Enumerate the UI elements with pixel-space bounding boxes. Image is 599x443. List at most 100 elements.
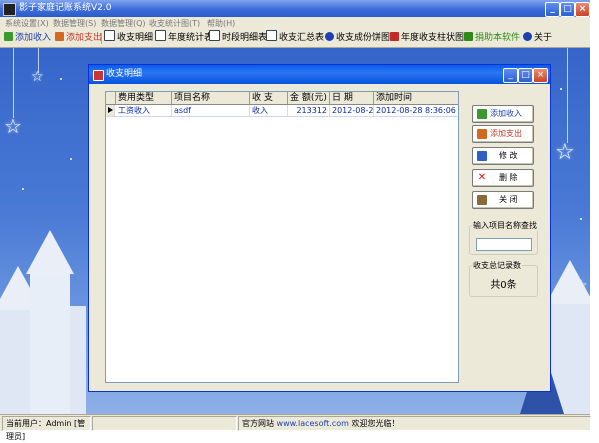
status-welcome: 欢迎您光临！: [351, 419, 400, 428]
title-bar[interactable]: 影子家庭记账系统V2.0 _ □ ×: [0, 0, 590, 17]
close-label: 关 闭: [499, 195, 518, 204]
add-income-icon: [477, 109, 487, 119]
status-bar: 当前用户：Admin [管理员] 官方网站 www.lacesoft.com 欢…: [0, 414, 591, 441]
menu-bar: 系统设置(X) 数据管理(S) 数据管理(Q) 收支统计图(T) 帮助(H): [0, 17, 590, 30]
status-site-link[interactable]: www.lacesoft.com: [277, 419, 349, 428]
toolbar-bar-chart[interactable]: 年度收支柱状图: [390, 30, 464, 47]
status-spacer: [92, 416, 237, 431]
toolbar-add-expense-label: 添加支出: [66, 33, 103, 43]
toolbar-detail-label: 收支明细: [117, 33, 154, 43]
toolbar-donate[interactable]: 捐助本软件: [464, 30, 520, 47]
toolbar-summary-table[interactable]: 收支汇总表: [266, 30, 324, 47]
summary-table-icon: [266, 30, 277, 41]
star-string: [567, 48, 568, 143]
donate-icon: [464, 32, 473, 41]
toolbar-pie-chart-label: 收支成份饼图: [336, 33, 391, 43]
delete-label: 删 除: [499, 173, 518, 182]
star-icon: ☆: [555, 140, 575, 165]
toolbar-about[interactable]: 关于: [523, 30, 552, 47]
sparkle: [22, 188, 24, 190]
status-site-label: 官方网站: [242, 419, 274, 428]
toolbar-donate-label: 捐助本软件: [475, 33, 521, 43]
toolbar-year-table-label: 年度统计表: [168, 33, 214, 43]
status-user: 当前用户：Admin [管理员]: [2, 416, 91, 441]
cell-name: asdf: [172, 105, 250, 116]
menu-help[interactable]: 帮助(H): [207, 17, 235, 30]
minimize-button[interactable]: _: [545, 2, 560, 17]
grid-header-rowmark: [106, 92, 116, 104]
sparkle: [580, 218, 582, 220]
delete-button[interactable]: ✕ 删 除: [472, 169, 534, 187]
sparkle: [60, 78, 62, 80]
close-button[interactable]: 关 闭: [472, 191, 534, 209]
info-icon: [523, 32, 532, 41]
column-header-type[interactable]: 费用类型: [116, 92, 172, 104]
delete-icon: ✕: [477, 172, 487, 183]
grid-header: 费用类型 项目名称 收 支 金 额(元) 日 期 添加时间: [106, 92, 458, 105]
bar-chart-icon: [390, 32, 399, 41]
total-group: 收支总记录数 共0条: [469, 260, 538, 297]
sparkle: [70, 158, 72, 160]
toolbar-detail[interactable]: 收支明细: [104, 30, 153, 47]
dialog-title: 收支明细: [106, 69, 143, 79]
sparkle: [560, 88, 562, 90]
toolbar-year-table[interactable]: 年度统计表: [155, 30, 213, 47]
castle-roof: [26, 230, 74, 274]
toolbar-add-income-label: 添加收入: [15, 33, 52, 43]
edit-button[interactable]: 修 改: [472, 147, 534, 165]
pie-chart-icon: [325, 32, 334, 41]
edit-icon: [477, 151, 487, 161]
add-expense-icon: [55, 32, 64, 41]
toolbar-period-table-label: 时段明细表: [222, 33, 268, 43]
maximize-button[interactable]: □: [560, 2, 575, 17]
search-input[interactable]: [476, 238, 532, 251]
toolbar-summary-table-label: 收支汇总表: [279, 33, 325, 43]
column-header-amount[interactable]: 金 额(元): [288, 92, 330, 104]
column-header-date[interactable]: 日 期: [330, 92, 374, 104]
cell-date: 2012-08-28: [332, 105, 374, 116]
app-icon: [3, 3, 16, 16]
toolbar-period-table[interactable]: 时段明细表: [209, 30, 267, 47]
column-header-name[interactable]: 项目名称: [172, 92, 250, 104]
add-income-button[interactable]: 添加收入: [472, 105, 534, 123]
toolbar-separator: [101, 33, 102, 44]
toolbar-pie-chart[interactable]: 收支成份饼图: [325, 30, 390, 47]
dialog-minimize-button[interactable]: _: [503, 68, 518, 83]
dialog-maximize-button[interactable]: □: [518, 68, 533, 83]
menu-chart[interactable]: 收支统计图(T): [149, 17, 200, 30]
toolbar-add-income[interactable]: 添加收入: [4, 30, 51, 47]
status-site: 官方网站 www.lacesoft.com 欢迎您光临！: [238, 416, 591, 431]
add-expense-button[interactable]: 添加支出: [472, 125, 534, 143]
toolbar-about-label: 关于: [534, 33, 553, 43]
dialog-icon: [93, 70, 104, 81]
column-header-added[interactable]: 添加时间: [374, 92, 458, 104]
cell-amount: 213312: [288, 105, 330, 116]
star-icon: ☆: [31, 69, 44, 85]
menu-data-query[interactable]: 数据管理(Q): [101, 17, 146, 30]
cell-type: 工资收入: [116, 105, 172, 116]
search-group: 输入项目名称查找: [469, 220, 538, 255]
castle-roof: [546, 260, 590, 304]
menu-data[interactable]: 数据管理(S): [53, 17, 96, 30]
detail-icon: [104, 30, 115, 41]
toolbar-add-expense[interactable]: 添加支出: [55, 30, 102, 47]
castle-tower: [30, 270, 70, 414]
total-label: 收支总记录数: [472, 260, 522, 271]
menu-system[interactable]: 系统设置(X): [5, 17, 49, 30]
row-selector-icon: [106, 105, 115, 116]
cell-added: 2012-08-28 8:36:06: [376, 106, 456, 115]
add-income-label: 添加收入: [490, 109, 522, 118]
search-label: 输入项目名称查找: [472, 220, 538, 231]
column-header-direction[interactable]: 收 支: [250, 92, 288, 104]
cell-direction: 收入: [250, 105, 288, 116]
add-expense-label: 添加支出: [490, 129, 522, 138]
dialog-close-button[interactable]: ×: [533, 68, 548, 83]
period-table-icon: [209, 30, 220, 41]
dialog-title-bar[interactable]: 收支明细 _ □ ×: [89, 65, 550, 84]
toolbar: 添加收入 添加支出 收支明细 年度统计表 时段明细表 收支汇总表 收支成份饼图 …: [0, 30, 590, 48]
close-window-button[interactable]: ×: [575, 2, 590, 17]
exit-icon: [477, 195, 487, 205]
add-expense-icon: [477, 129, 487, 139]
detail-grid[interactable]: 费用类型 项目名称 收 支 金 额(元) 日 期 添加时间 工资收入 asdf …: [105, 91, 459, 383]
table-row[interactable]: 工资收入 asdf 收入 213312 2012-08-28 2012-08-2…: [106, 105, 458, 117]
